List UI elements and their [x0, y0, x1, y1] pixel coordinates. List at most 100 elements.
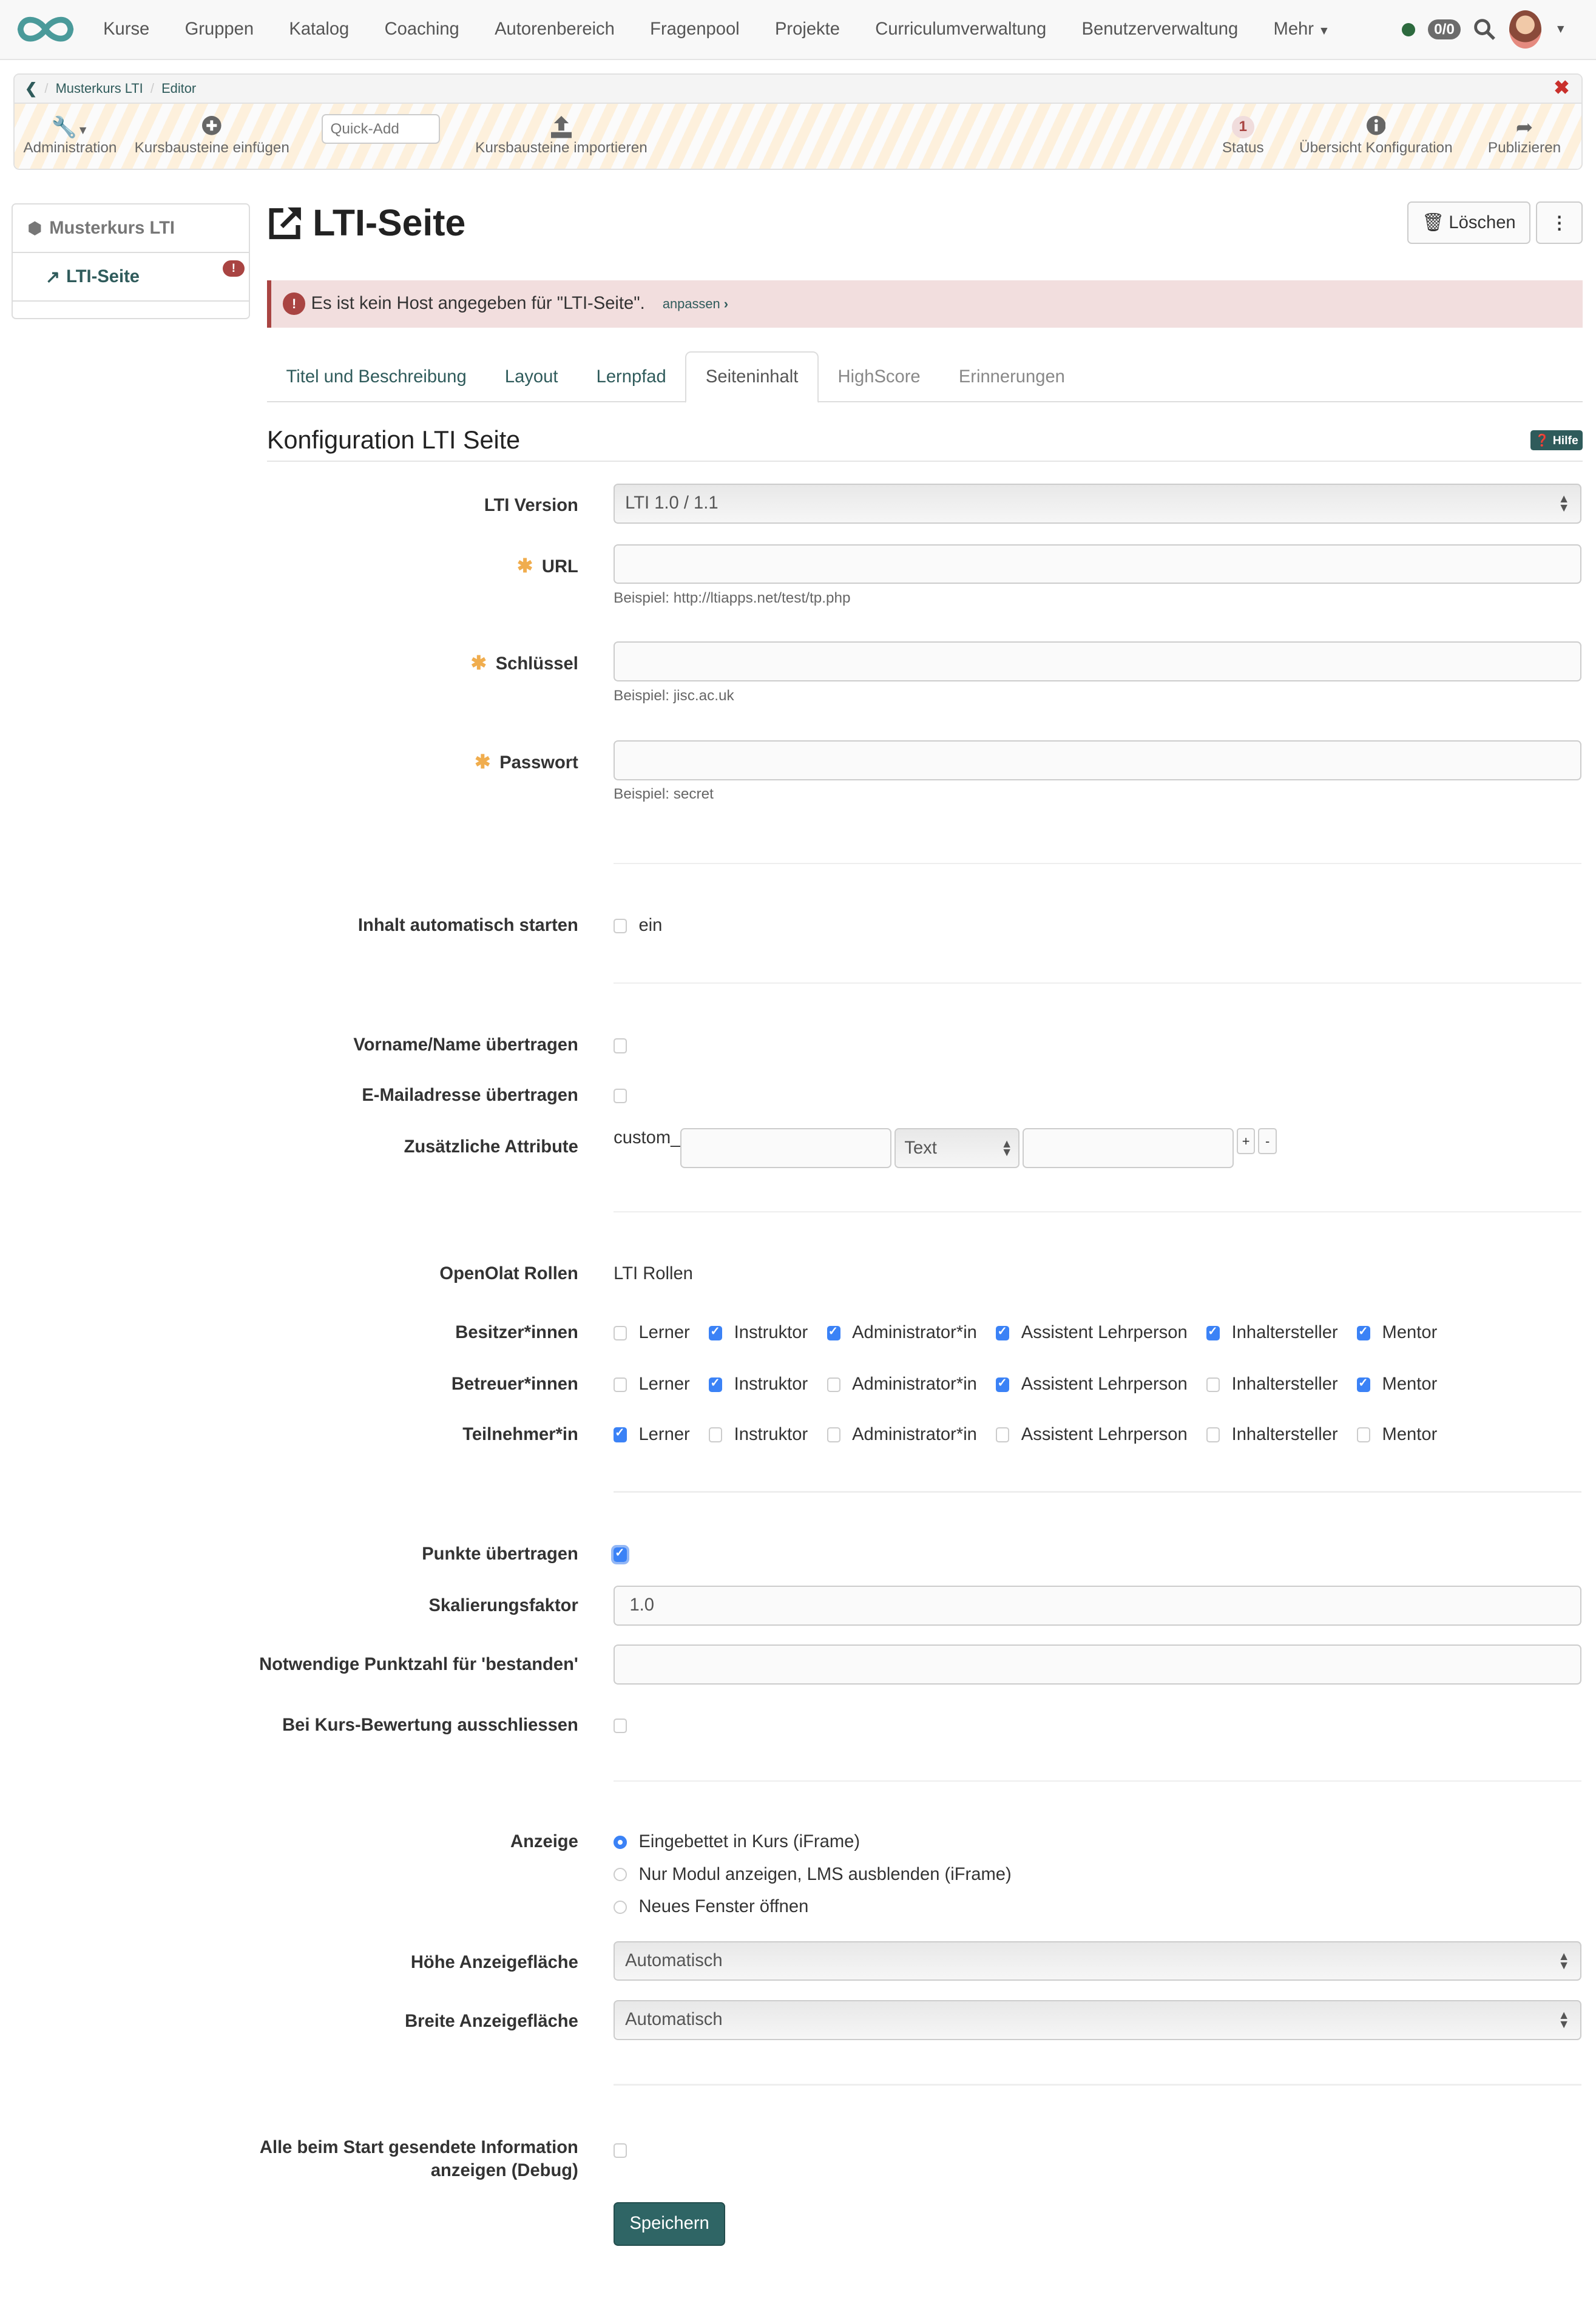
debug-checkbox[interactable] — [614, 2143, 627, 2158]
role-checkbox[interactable] — [996, 1376, 1010, 1392]
import-elements-button[interactable]: Kursbausteine importieren — [467, 116, 657, 157]
radio-module-only[interactable] — [614, 1868, 627, 1882]
role-checkbox[interactable] — [614, 1377, 627, 1392]
quick-add-input[interactable] — [322, 114, 440, 144]
nav-fragenpool[interactable]: Fragenpool — [632, 19, 757, 39]
lti-version-select[interactable]: LTI 1.0 / 1.1 ▲ ▼ — [614, 484, 1581, 524]
remove-attribute-button[interactable]: - — [1258, 1128, 1277, 1155]
key-input[interactable] — [614, 641, 1581, 681]
role-option[interactable]: Administrator*in — [827, 1425, 977, 1445]
display-option-module-only[interactable]: Nur Modul anzeigen, LMS ausblenden (iFra… — [614, 1859, 1581, 1891]
width-select[interactable]: Automatisch ▲ ▼ — [614, 1999, 1581, 2040]
online-status-icon[interactable] — [1401, 22, 1415, 36]
role-option[interactable]: Assistent Lehrperson — [996, 1425, 1188, 1445]
delete-button[interactable]: 🗑 Löschen — [1407, 201, 1530, 244]
role-option[interactable]: Lerner — [614, 1323, 690, 1343]
role-checkbox[interactable] — [1357, 1427, 1371, 1442]
cut-value-input[interactable] — [614, 1644, 1581, 1685]
role-checkbox[interactable] — [1357, 1324, 1371, 1340]
password-input[interactable] — [614, 740, 1581, 780]
insert-elements-button[interactable]: Kursbausteine einfügen — [126, 116, 298, 157]
role-checkbox[interactable] — [1206, 1427, 1220, 1442]
role-checkbox[interactable] — [827, 1427, 840, 1442]
overview-configuration-button[interactable]: Übersicht Konfiguration — [1290, 116, 1461, 157]
role-option[interactable]: Inhaltersteller — [1206, 1323, 1338, 1343]
nav-benutzerverwaltung[interactable]: Benutzerverwaltung — [1064, 19, 1256, 39]
nav-gruppen[interactable]: Gruppen — [167, 19, 271, 39]
openolat-logo-icon[interactable] — [15, 12, 76, 47]
nav-coaching[interactable]: Coaching — [367, 19, 477, 39]
nav-projekte[interactable]: Projekte — [757, 19, 857, 39]
role-checkbox[interactable] — [996, 1427, 1010, 1442]
role-option[interactable]: Instruktor — [709, 1425, 808, 1445]
save-button[interactable]: Speichern — [614, 2202, 726, 2246]
url-input[interactable] — [614, 544, 1581, 584]
nav-mehr[interactable]: Mehr ▼ — [1256, 19, 1347, 39]
attribute-type-select[interactable]: Text ▲ ▼ — [894, 1128, 1020, 1169]
nav-autorenbereich[interactable]: Autorenbereich — [477, 19, 632, 39]
nav-katalog[interactable]: Katalog — [271, 19, 367, 39]
role-option[interactable]: Inhaltersteller — [1206, 1425, 1338, 1445]
role-option[interactable]: Mentor — [1357, 1374, 1437, 1394]
display-option-new-window[interactable]: Neues Fenster öffnen — [614, 1891, 1581, 1923]
role-option[interactable]: Assistent Lehrperson — [996, 1323, 1188, 1343]
role-option[interactable]: Administrator*in — [827, 1323, 977, 1343]
nav-curriculumverwaltung[interactable]: Curriculumverwaltung — [857, 19, 1064, 39]
scale-input[interactable]: 1.0 — [614, 1585, 1581, 1626]
tree-root-item[interactable]: ⬢ Musterkurs LTI — [13, 204, 249, 254]
role-option[interactable]: Administrator*in — [827, 1374, 977, 1394]
role-checkbox[interactable] — [709, 1427, 723, 1442]
chat-count-badge[interactable]: 0/0 — [1428, 19, 1461, 40]
role-option[interactable]: Inhaltersteller — [1206, 1374, 1338, 1394]
send-score-checkbox[interactable] — [611, 1544, 630, 1565]
send-email-checkbox[interactable] — [614, 1089, 627, 1104]
add-attribute-button[interactable]: + — [1236, 1128, 1256, 1155]
role-checkbox[interactable] — [709, 1324, 723, 1340]
display-option-embedded[interactable]: Eingebettet in Kurs (iFrame) — [614, 1826, 1581, 1858]
send-name-checkbox[interactable] — [614, 1038, 627, 1053]
tab-titel-beschreibung[interactable]: Titel und Beschreibung — [267, 353, 485, 401]
close-editor-icon[interactable]: ✖ — [1554, 78, 1569, 98]
radio-new-window[interactable] — [614, 1900, 627, 1914]
role-option[interactable]: Lerner — [614, 1374, 690, 1394]
user-avatar[interactable] — [1509, 10, 1542, 49]
radio-embedded[interactable] — [614, 1835, 627, 1849]
help-button[interactable]: ❓ Hilfe — [1530, 430, 1583, 451]
role-checkbox[interactable] — [614, 1325, 627, 1340]
role-checkbox[interactable] — [827, 1377, 840, 1392]
role-checkbox[interactable] — [1357, 1376, 1371, 1392]
publish-button[interactable]: ➦ Publizieren — [1479, 116, 1569, 157]
height-select[interactable]: Automatisch ▲ ▼ — [614, 1941, 1581, 1981]
more-actions-button[interactable]: ⋮ — [1536, 201, 1583, 244]
status-button[interactable]: 1 Status — [1213, 116, 1273, 157]
back-chevron-icon[interactable]: ❮ — [25, 79, 37, 98]
nav-kurse[interactable]: Kurse — [86, 19, 167, 39]
search-icon[interactable] — [1473, 18, 1496, 41]
tree-node-lti-seite[interactable]: ↗ LTI-Seite ! — [13, 253, 249, 302]
administration-button[interactable]: 🔧▼ Administration — [15, 116, 126, 157]
role-checkbox[interactable] — [827, 1324, 840, 1340]
role-option[interactable]: Lerner — [614, 1425, 690, 1445]
role-option[interactable]: Instruktor — [709, 1323, 808, 1343]
role-option[interactable]: Assistent Lehrperson — [996, 1374, 1188, 1394]
tab-lernpfad[interactable]: Lernpfad — [577, 353, 685, 401]
breadcrumb-course[interactable]: Musterkurs LTI — [56, 81, 143, 96]
role-checkbox[interactable] — [996, 1324, 1010, 1340]
breadcrumb-editor[interactable]: Editor — [161, 81, 196, 96]
role-checkbox[interactable] — [1206, 1324, 1220, 1340]
role-option[interactable]: Mentor — [1357, 1425, 1437, 1445]
attribute-value-input[interactable] — [1023, 1128, 1234, 1169]
role-option[interactable]: Mentor — [1357, 1323, 1437, 1343]
role-checkbox[interactable] — [614, 1425, 627, 1442]
tab-highscore[interactable]: HighScore — [819, 353, 939, 401]
attribute-name-input[interactable] — [680, 1128, 891, 1169]
tab-layout[interactable]: Layout — [485, 353, 577, 401]
alert-fix-link[interactable]: anpassen › — [663, 296, 728, 312]
exclude-checkbox[interactable] — [614, 1718, 627, 1734]
tab-seiteninhalt[interactable]: Seiteninhalt — [685, 351, 819, 403]
role-checkbox[interactable] — [1206, 1377, 1220, 1392]
role-checkbox[interactable] — [709, 1376, 723, 1392]
caret-down-icon[interactable]: ▼ — [1555, 22, 1566, 36]
role-option[interactable]: Instruktor — [709, 1374, 808, 1394]
tab-erinnerungen[interactable]: Erinnerungen — [939, 353, 1084, 401]
